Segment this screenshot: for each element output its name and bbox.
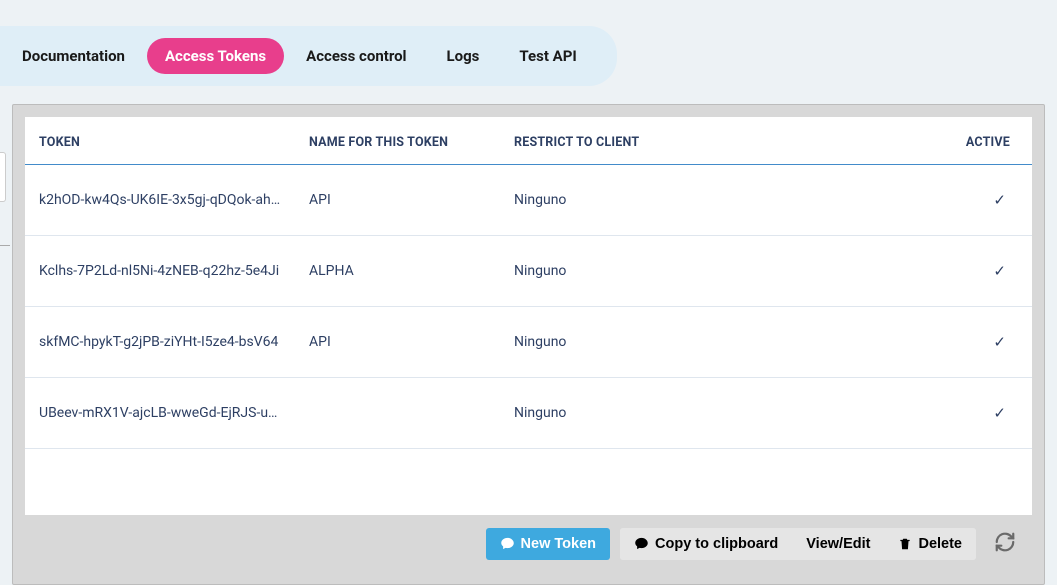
check-icon: ✓ xyxy=(993,191,1006,209)
cell-name xyxy=(297,378,502,449)
cell-active: ✓ xyxy=(952,378,1032,449)
button-group: Copy to clipboard View/Edit Delete xyxy=(620,528,976,560)
refresh-icon xyxy=(994,531,1016,553)
table-row[interactable]: UBeev-mRX1V-ajcLB-wweGd-EjRJS-u0… Ningun… xyxy=(25,378,1032,449)
new-token-button[interactable]: New Token xyxy=(486,528,610,560)
check-icon: ✓ xyxy=(993,404,1006,422)
table-row[interactable]: skfMC-hpykT-g2jPB-ziYHt-I5ze4-bsV64 API … xyxy=(25,307,1032,378)
col-header-client[interactable]: RESTRICT TO CLIENT xyxy=(502,117,952,165)
delete-button[interactable]: Delete xyxy=(884,528,976,560)
cell-active: ✓ xyxy=(952,165,1032,236)
tab-logs[interactable]: Logs xyxy=(429,38,498,74)
refresh-button[interactable] xyxy=(986,527,1020,560)
cell-name: API xyxy=(297,307,502,378)
chat-icon xyxy=(634,536,649,551)
copy-label: Copy to clipboard xyxy=(655,536,778,552)
tokens-table-wrap: TOKEN NAME FOR THIS TOKEN RESTRICT TO CL… xyxy=(25,117,1032,449)
check-icon: ✓ xyxy=(993,333,1006,351)
cell-client: Ninguno xyxy=(502,236,952,307)
cell-name: ALPHA xyxy=(297,236,502,307)
side-divider xyxy=(0,245,10,246)
tab-documentation[interactable]: Documentation xyxy=(4,38,143,74)
tab-access-control[interactable]: Access control xyxy=(288,38,424,74)
tokens-panel: TOKEN NAME FOR THIS TOKEN RESTRICT TO CL… xyxy=(12,104,1045,585)
table-spacer xyxy=(25,449,1032,515)
chat-icon xyxy=(500,536,515,551)
tabs-bar: Documentation Access Tokens Access contr… xyxy=(0,26,617,86)
tokens-table: TOKEN NAME FOR THIS TOKEN RESTRICT TO CL… xyxy=(25,117,1032,449)
cell-client: Ninguno xyxy=(502,165,952,236)
table-row[interactable]: Kclhs-7P2Ld-nl5Ni-4zNEB-q22hz-5e4Ji ALPH… xyxy=(25,236,1032,307)
tab-test-api[interactable]: Test API xyxy=(501,38,594,74)
cell-client: Ninguno xyxy=(502,307,952,378)
cell-active: ✓ xyxy=(952,236,1032,307)
view-edit-label: View/Edit xyxy=(806,536,870,552)
side-handle[interactable] xyxy=(0,152,6,202)
cell-name: API xyxy=(297,165,502,236)
cell-token: Kclhs-7P2Ld-nl5Ni-4zNEB-q22hz-5e4Ji xyxy=(25,236,297,307)
copy-clipboard-button[interactable]: Copy to clipboard xyxy=(620,528,792,560)
view-edit-button[interactable]: View/Edit xyxy=(792,528,884,560)
col-header-token[interactable]: TOKEN xyxy=(25,117,297,165)
cell-token: UBeev-mRX1V-ajcLB-wweGd-EjRJS-u0… xyxy=(25,378,297,449)
cell-token: skfMC-hpykT-g2jPB-ziYHt-I5ze4-bsV64 xyxy=(25,307,297,378)
trash-icon xyxy=(898,537,912,551)
table-row[interactable]: k2hOD-kw4Qs-UK6IE-3x5gj-qDQok-ah… API Ni… xyxy=(25,165,1032,236)
col-header-active[interactable]: ACTIVE xyxy=(952,117,1032,165)
cell-active: ✓ xyxy=(952,307,1032,378)
footer-bar: New Token Copy to clipboard View/Edit De… xyxy=(25,515,1032,572)
col-header-name[interactable]: NAME FOR THIS TOKEN xyxy=(297,117,502,165)
tab-access-tokens[interactable]: Access Tokens xyxy=(147,38,284,74)
new-token-label: New Token xyxy=(521,536,596,552)
cell-client: Ninguno xyxy=(502,378,952,449)
check-icon: ✓ xyxy=(993,262,1006,280)
delete-label: Delete xyxy=(918,536,962,552)
cell-token: k2hOD-kw4Qs-UK6IE-3x5gj-qDQok-ah… xyxy=(25,165,297,236)
